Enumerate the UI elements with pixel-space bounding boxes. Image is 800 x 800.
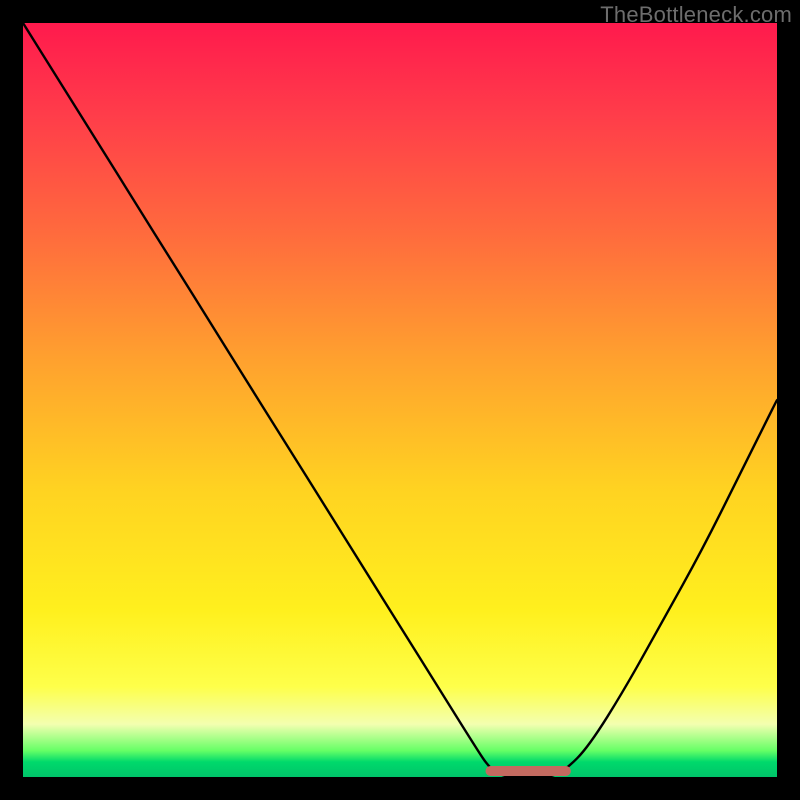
- chart-frame: TheBottleneck.com: [0, 0, 800, 800]
- bottleneck-curve-path: [23, 23, 777, 777]
- chart-curve-overlay: [23, 23, 777, 777]
